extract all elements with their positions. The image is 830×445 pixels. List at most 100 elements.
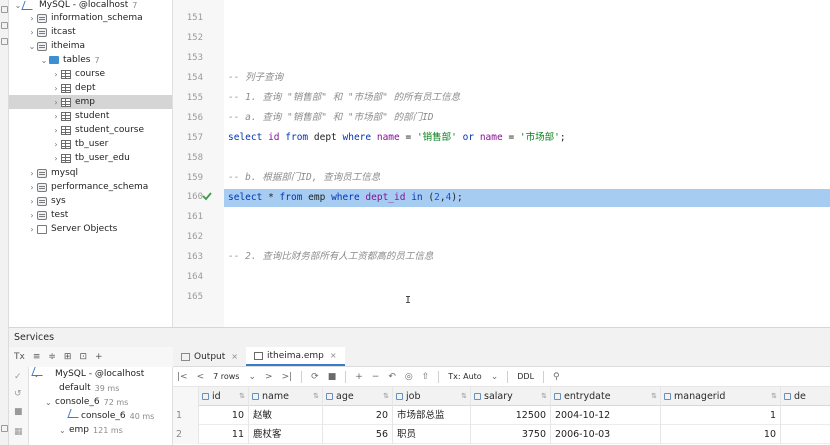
structure-icon[interactable] xyxy=(1,22,8,29)
column-header-id[interactable]: id ⇅ xyxy=(199,387,249,406)
cell-entrydate[interactable]: 2006-10-03 xyxy=(551,425,661,444)
delete-row-icon[interactable]: − xyxy=(372,372,380,382)
previous-page-icon[interactable]: < xyxy=(197,372,205,382)
filter-icon[interactable]: ⊡ xyxy=(79,352,87,362)
chevron-right-icon[interactable]: › xyxy=(51,70,61,79)
close-icon[interactable]: × xyxy=(231,352,238,361)
sql-editor[interactable]: 151 152 153 154 155 156 157 158 159 160 … xyxy=(173,0,830,327)
cell-dept-id[interactable] xyxy=(781,406,830,425)
service-node-mysql[interactable]: ⌄ MySQL - @localhost xyxy=(33,367,144,381)
sort-icon[interactable]: ⇅ xyxy=(383,387,389,406)
layout-icon[interactable]: ▦ xyxy=(14,427,23,437)
tree-node-table-tb-user-edu[interactable]: › tb_user_edu xyxy=(9,151,172,165)
tree-node-server-objects[interactable]: › Server Objects xyxy=(9,222,172,236)
tree-node-table-dept[interactable]: › dept xyxy=(9,81,172,95)
tree-node-table-student-course[interactable]: › student_course xyxy=(9,123,172,137)
tree-node-performance-schema[interactable]: › performance_schema xyxy=(9,180,172,194)
row-count-dropdown[interactable]: 7 rows xyxy=(213,372,239,381)
tree-node-table-student[interactable]: › student xyxy=(9,109,172,123)
sort-icon[interactable]: ⇅ xyxy=(461,387,467,406)
tree-node-itcast[interactable]: › itcast xyxy=(9,25,172,39)
service-node-default[interactable]: default 39 ms xyxy=(59,381,119,395)
tab-output[interactable]: Output × xyxy=(173,347,246,366)
column-header-entrydate[interactable]: entrydate ⇅ xyxy=(551,387,661,406)
table-row[interactable]: 1 10 赵敏 20 市场部总监 12500 2004-10-12 1 xyxy=(173,406,830,425)
sort-icon[interactable]: ⇅ xyxy=(313,387,319,406)
transaction-mode-dropdown[interactable]: Tx: Auto xyxy=(448,372,481,381)
cell-age[interactable]: 20 xyxy=(323,406,393,425)
commit-check-icon[interactable]: ✓ xyxy=(14,372,23,382)
add-service-icon[interactable]: + xyxy=(95,352,103,362)
tab-itheima-emp[interactable]: itheima.emp × xyxy=(245,347,345,366)
revert-icon[interactable]: ↶ xyxy=(388,372,396,382)
column-header-salary[interactable]: salary ⇅ xyxy=(471,387,551,406)
sort-icon[interactable]: ⇅ xyxy=(239,387,245,406)
rollback-icon[interactable]: ↺ xyxy=(14,389,23,399)
cell-age[interactable]: 56 xyxy=(323,425,393,444)
chevron-down-icon[interactable]: ⌄ xyxy=(491,372,499,382)
chevron-down-icon[interactable]: ⌄ xyxy=(59,426,69,435)
tree-node-table-emp[interactable]: › emp xyxy=(9,95,172,109)
column-header-job[interactable]: job ⇅ xyxy=(393,387,471,406)
cell-dept-id[interactable] xyxy=(781,425,830,444)
pin-icon[interactable]: ⚲ xyxy=(553,372,560,382)
bookmarks-icon[interactable] xyxy=(1,38,8,45)
service-node-console-6[interactable]: ⌄ console_6 72 ms xyxy=(45,395,128,409)
column-header-name[interactable]: name ⇅ xyxy=(249,387,323,406)
tree-node-sys[interactable]: › sys xyxy=(9,194,172,208)
cell-entrydate[interactable]: 2004-10-12 xyxy=(551,406,661,425)
service-node-console-6-child[interactable]: console_6 40 ms xyxy=(69,409,154,423)
group-by-icon[interactable]: ⊞ xyxy=(64,352,72,362)
chevron-right-icon[interactable]: › xyxy=(51,98,61,107)
collapse-all-icon[interactable]: ≑ xyxy=(48,352,56,362)
cell-salary[interactable]: 3750 xyxy=(471,425,551,444)
service-node-emp[interactable]: ⌄ emp 121 ms xyxy=(59,423,123,437)
tree-node-itheima[interactable]: ⌄ itheima xyxy=(9,39,172,53)
submit-icon[interactable]: ⇧ xyxy=(422,372,430,382)
cell-name[interactable]: 鹿杖客 xyxy=(249,425,323,444)
column-header-dept-id[interactable]: de xyxy=(781,387,830,406)
chevron-right-icon[interactable]: › xyxy=(51,140,61,149)
chevron-down-icon[interactable]: ⌄ xyxy=(45,398,55,407)
sort-icon[interactable]: ⇅ xyxy=(771,387,777,406)
chevron-right-icon[interactable]: › xyxy=(27,225,37,234)
chevron-right-icon[interactable]: › xyxy=(27,211,37,220)
last-page-icon[interactable]: >| xyxy=(282,372,293,382)
sort-icon[interactable]: ⇅ xyxy=(651,387,657,406)
transaction-mode-button[interactable]: Tx xyxy=(14,352,25,362)
column-header-age[interactable]: age ⇅ xyxy=(323,387,393,406)
chevron-right-icon[interactable]: › xyxy=(27,197,37,206)
chevron-right-icon[interactable]: › xyxy=(51,154,61,163)
chevron-down-icon[interactable]: ⌄ xyxy=(248,372,256,382)
ddl-button[interactable]: DDL xyxy=(517,372,534,381)
cell-id[interactable]: 10 xyxy=(199,406,249,425)
chevron-right-icon[interactable]: › xyxy=(27,183,37,192)
cell-managerid[interactable]: 10 xyxy=(661,425,781,444)
add-row-icon[interactable]: + xyxy=(355,372,363,382)
expand-all-icon[interactable]: ≡ xyxy=(33,352,41,362)
sort-icon[interactable]: ⇅ xyxy=(541,387,547,406)
tree-node-mysql[interactable]: › mysql xyxy=(9,166,172,180)
chevron-right-icon[interactable]: › xyxy=(27,169,37,178)
chevron-right-icon[interactable]: › xyxy=(51,84,61,93)
cell-managerid[interactable]: 1 xyxy=(661,406,781,425)
chevron-right-icon[interactable]: › xyxy=(51,126,61,135)
tree-node-test[interactable]: › test xyxy=(9,208,172,222)
stop-icon[interactable]: ■ xyxy=(14,407,23,417)
tree-node-table-tb-user[interactable]: › tb_user xyxy=(9,137,172,151)
table-row[interactable]: 2 11 鹿杖客 56 职员 3750 2006-10-03 10 xyxy=(173,425,830,444)
chevron-down-icon[interactable]: ⌄ xyxy=(39,56,49,65)
cell-name[interactable]: 赵敏 xyxy=(249,406,323,425)
close-icon[interactable]: × xyxy=(330,351,337,360)
favorites-icon[interactable] xyxy=(1,425,8,432)
chevron-right-icon[interactable]: › xyxy=(51,112,61,121)
cell-salary[interactable]: 12500 xyxy=(471,406,551,425)
cell-job[interactable]: 职员 xyxy=(393,425,471,444)
refresh-icon[interactable]: ⟳ xyxy=(311,372,319,382)
preview-icon[interactable]: ◎ xyxy=(405,372,413,382)
chevron-right-icon[interactable]: › xyxy=(27,14,37,23)
column-header-managerid[interactable]: managerid ⇅ xyxy=(661,387,781,406)
cell-job[interactable]: 市场部总监 xyxy=(393,406,471,425)
chevron-down-icon[interactable]: ⌄ xyxy=(27,42,37,51)
tree-node-tables[interactable]: ⌄ tables 7 xyxy=(9,53,172,67)
